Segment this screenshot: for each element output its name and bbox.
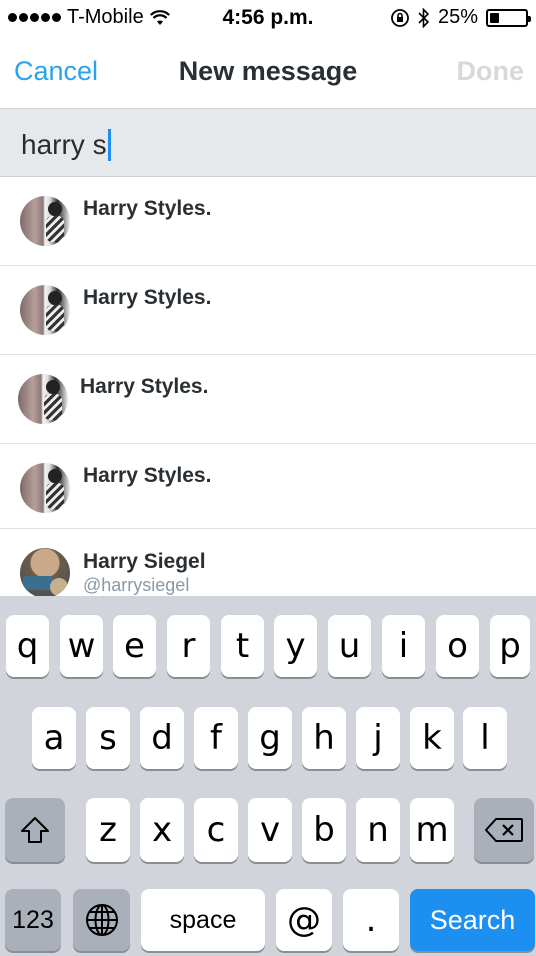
key-a[interactable]: a [32,707,76,769]
status-bar: T-Mobile 4:56 p.m. 25% [0,0,536,36]
avatar [18,374,68,424]
search-input-value: harry s [21,129,107,160]
avatar [20,463,70,513]
backspace-key[interactable] [474,798,534,862]
at-key[interactable]: @ [276,889,332,951]
shift-arrow-icon [21,817,49,843]
key-k[interactable]: k [410,707,454,769]
key-y[interactable]: y [274,615,317,677]
result-name: Harry Styles. [83,464,212,487]
key-g[interactable]: g [248,707,292,769]
avatar [20,196,70,246]
key-h[interactable]: h [302,707,346,769]
key-e[interactable]: e [113,615,156,677]
status-right: 25% [390,6,531,29]
key-z[interactable]: z [86,798,130,862]
battery-percent: 25% [437,6,478,28]
result-name: Harry Siegel [83,550,206,573]
key-s[interactable]: s [86,707,130,769]
numbers-key[interactable]: 123 [5,889,61,951]
avatar [20,285,70,335]
backspace-icon [485,818,523,842]
key-l[interactable]: l [463,707,507,769]
dot-key[interactable]: . [343,889,399,951]
key-o[interactable]: o [436,615,479,677]
globe-key[interactable] [73,889,130,951]
done-button[interactable]: Done [457,56,525,87]
key-j[interactable]: j [356,707,400,769]
list-item[interactable]: Harry Styles. [0,355,536,444]
key-x[interactable]: x [140,798,184,862]
rotation-lock-icon [391,8,409,27]
list-item[interactable]: Harry Styles. [0,444,536,529]
recipient-search-field[interactable]: harry s [0,108,536,177]
list-item[interactable]: Harry Styles. [0,177,536,266]
bluetooth-icon [418,7,430,28]
key-c[interactable]: c [194,798,238,862]
battery-fill [490,12,499,23]
result-name: Harry Styles. [80,375,209,398]
key-v[interactable]: v [248,798,292,862]
key-m[interactable]: m [410,798,454,862]
globe-icon [85,904,118,936]
search-results-list: Harry Styles. Harry Styles. Harry Styles… [0,177,536,618]
key-t[interactable]: t [221,615,264,677]
shift-key[interactable] [5,798,65,862]
result-handle: @harrysiegel [83,575,190,595]
search-input[interactable]: harry s [21,129,111,161]
key-u[interactable]: u [328,615,371,677]
result-name: Harry Styles. [83,197,212,220]
result-name: Harry Styles. [83,286,212,309]
key-w[interactable]: w [60,615,103,677]
key-d[interactable]: d [140,707,184,769]
search-button[interactable]: Search [410,889,535,951]
key-n[interactable]: n [356,798,400,862]
key-q[interactable]: q [6,615,49,677]
key-f[interactable]: f [194,707,238,769]
list-item[interactable]: Harry Styles. [0,266,536,355]
battery-icon [486,8,531,27]
key-p[interactable]: p [490,615,530,677]
avatar [20,548,70,598]
nav-bar: Cancel New message Done [0,36,536,108]
key-i[interactable]: i [382,615,425,677]
keyboard: q w e r t y u i o p a s d f g h j k l z … [0,596,536,956]
key-b[interactable]: b [302,798,346,862]
space-key[interactable]: space [141,889,265,951]
text-caret [107,129,111,161]
key-r[interactable]: r [167,615,210,677]
